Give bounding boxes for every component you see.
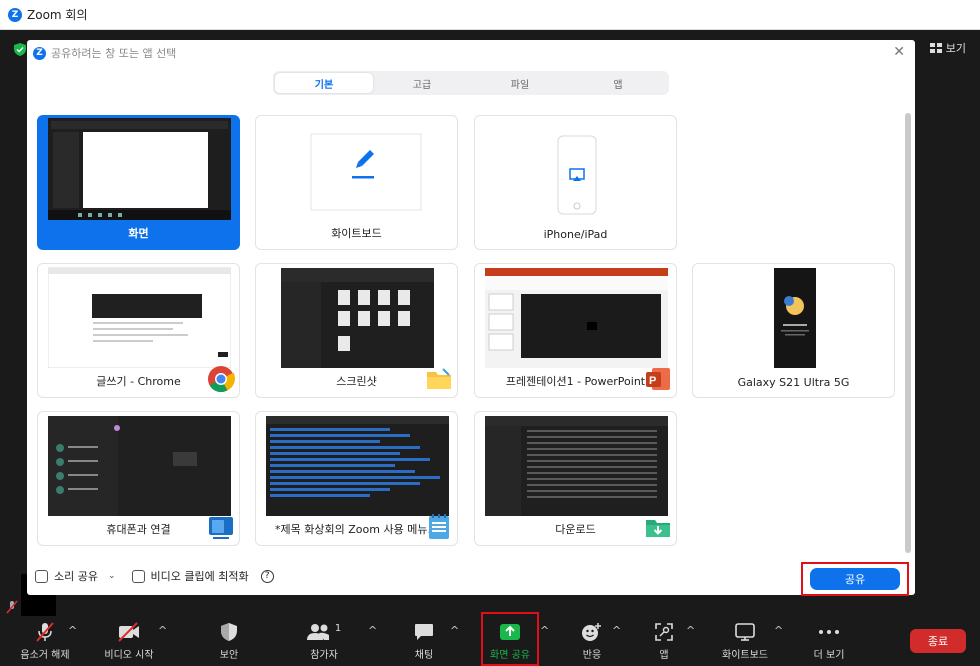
participants-icon (306, 624, 329, 640)
optimize-video-label: 비디오 클립에 최적화 (150, 570, 249, 583)
notepad-thumbnail (266, 416, 449, 516)
muted-mic-small-icon (6, 600, 18, 614)
dialog-title: 공유하려는 창 또는 앱 선택 (51, 47, 177, 60)
whiteboard-label: 화이트보드 (722, 650, 768, 661)
participants-label: 참가자 (310, 650, 338, 661)
galaxy-phone-thumbnail (774, 268, 816, 368)
help-icon[interactable]: ? (260, 569, 274, 583)
encryption-shield-icon (14, 43, 26, 56)
whiteboard-caret-icon[interactable]: ^ (774, 624, 783, 637)
share-card-notepad[interactable]: *제목 화상회의 Zoom 사용 메뉴... (255, 411, 458, 546)
share-screen-highlight (481, 612, 539, 666)
more-button[interactable]: 더 보기 (790, 620, 868, 661)
folder-icon (427, 368, 451, 389)
tab-advanced[interactable]: 고급 (373, 73, 471, 93)
apps-icon (655, 623, 673, 641)
share-card-galaxy[interactable]: Galaxy S21 Ultra 5G (692, 263, 895, 398)
download-folder-icon (646, 520, 670, 537)
card-label: 화면 (128, 227, 149, 240)
chrome-window-thumbnail (48, 267, 231, 368)
share-card-screenshots[interactable]: 스크린샷 (255, 263, 458, 398)
optimize-video-checkbox[interactable] (131, 569, 145, 583)
whiteboard-thumbnail (310, 133, 422, 211)
notepad-icon (429, 514, 449, 539)
start-video-label: 비디오 시작 (104, 650, 154, 661)
card-label: Galaxy S21 Ultra 5G (737, 376, 850, 389)
share-card-downloads[interactable]: 다운로드 (474, 411, 677, 546)
mic-muted-icon (36, 622, 54, 642)
chat-label: 채팅 (414, 650, 434, 661)
zoom-logo-icon: Z (33, 46, 46, 60)
share-options: 소리 공유 ⌄ 비디오 클립에 최적화 ? (35, 568, 274, 584)
reactions-caret-icon[interactable]: ^ (612, 624, 621, 637)
window-titlebar: Z Zoom 회의 (0, 0, 980, 30)
chat-caret-icon[interactable]: ^ (450, 624, 459, 637)
close-icon[interactable]: ✕ (893, 44, 905, 60)
phone-link-thumbnail (48, 416, 231, 516)
window-title: Zoom 회의 (27, 8, 88, 22)
screen-thumbnail (48, 118, 231, 220)
reaction-icon (582, 623, 601, 641)
phone-link-icon (209, 517, 233, 539)
whiteboard-button[interactable]: 화이트보드 (706, 620, 784, 661)
powerpoint-thumbnail (485, 268, 668, 368)
card-label: 화이트보드 (331, 227, 382, 240)
audio-options-caret-icon[interactable]: ^ (68, 624, 77, 637)
more-icon (819, 630, 839, 634)
participant-count: 1 (334, 622, 342, 634)
grid-view-icon (929, 43, 942, 53)
apps-caret-icon[interactable]: ^ (686, 624, 695, 637)
video-off-icon (118, 622, 139, 642)
share-options-caret-icon[interactable]: ^ (540, 624, 549, 637)
share-source-grid: 화면 화이트보드 iPhone/iPad 글쓰기 - Chrome 스크린샷 프… (37, 115, 905, 551)
sound-share-label: 소리 공유 (54, 570, 98, 583)
tab-basic[interactable]: 기본 (275, 73, 373, 93)
share-button-highlight: 공유 (801, 562, 909, 596)
tab-files[interactable]: 파일 (471, 73, 569, 93)
security-button[interactable]: 보안 (190, 620, 268, 661)
share-button[interactable]: 공유 (810, 568, 900, 590)
security-label: 보안 (219, 650, 239, 661)
security-shield-icon (221, 623, 237, 641)
share-card-screen[interactable]: 화면 (37, 115, 240, 250)
chat-icon (415, 624, 433, 640)
more-label: 더 보기 (813, 650, 845, 661)
downloads-thumbnail (485, 416, 668, 516)
tab-apps[interactable]: 앱 (569, 73, 667, 93)
participants-button[interactable]: 1 참가자 (285, 620, 363, 661)
view-label: 보기 (945, 42, 966, 55)
video-options-caret-icon[interactable]: ^ (158, 624, 167, 637)
reactions-label: 반응 (582, 650, 602, 661)
share-card-phone-link[interactable]: 휴대폰과 연결 (37, 411, 240, 546)
chrome-icon (208, 366, 235, 393)
explorer-thumbnail (281, 268, 434, 368)
apps-label: 앱 (659, 650, 669, 661)
participants-caret-icon[interactable]: ^ (368, 624, 377, 637)
share-dialog: Z 공유하려는 창 또는 앱 선택 ✕ 기본 고급 파일 앱 화면 화이트보드 … (27, 40, 915, 596)
iphone-thumbnail (557, 135, 597, 215)
zoom-logo-icon: Z (8, 7, 22, 22)
dialog-titlebar: Z 공유하려는 창 또는 앱 선택 (27, 40, 915, 66)
chevron-down-icon[interactable]: ⌄ (108, 571, 116, 581)
share-card-powerpoint[interactable]: 프레젠테이션1 - PowerPoint P (474, 263, 677, 398)
powerpoint-icon: P (646, 368, 670, 390)
share-card-whiteboard[interactable]: 화이트보드 (255, 115, 458, 250)
whiteboard-icon (735, 623, 755, 641)
scrollbar[interactable] (905, 113, 911, 553)
view-button[interactable]: 보기 (929, 40, 966, 56)
share-card-iphone-ipad[interactable]: iPhone/iPad (474, 115, 677, 250)
unmute-label: 음소거 해제 (20, 650, 70, 661)
svg-text:P: P (649, 375, 656, 387)
share-tabs: 기본 고급 파일 앱 (273, 71, 669, 95)
card-label: iPhone/iPad (543, 228, 608, 241)
start-video-button[interactable]: 비디오 시작 (90, 620, 168, 661)
end-meeting-button[interactable]: 종료 (910, 629, 966, 653)
sound-share-checkbox[interactable] (35, 569, 48, 583)
share-card-chrome[interactable]: 글쓰기 - Chrome (37, 263, 240, 398)
